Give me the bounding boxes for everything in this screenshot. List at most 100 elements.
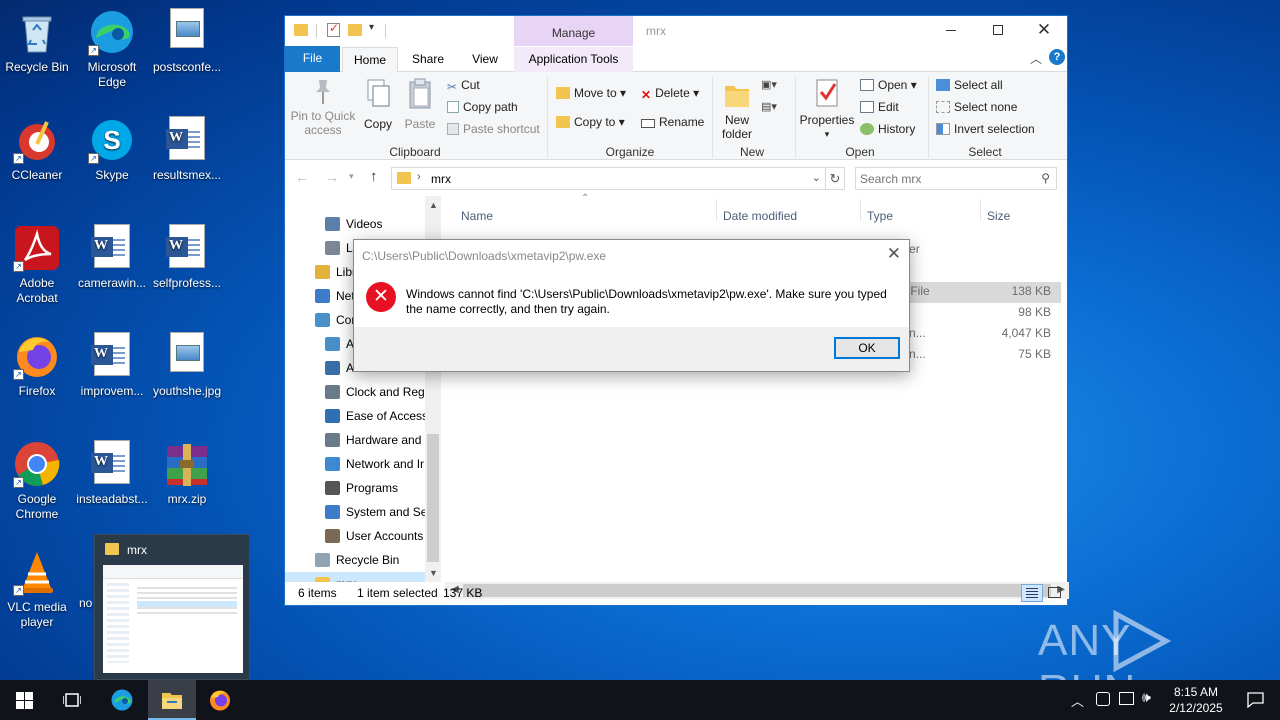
copy-path-button[interactable]: Copy path <box>447 100 518 114</box>
search-input[interactable] <box>860 170 1030 187</box>
select-none-button[interactable]: Select none <box>936 100 1017 114</box>
desktop-icon-vlc[interactable]: ↗ VLC media player <box>0 542 75 630</box>
tab-application-tools[interactable]: Application Tools <box>514 47 633 72</box>
copy-to-button[interactable]: Copy to ▾ <box>556 115 625 129</box>
clock[interactable]: 8:15 AM 2/12/2025 <box>1166 684 1226 716</box>
tab-home[interactable]: Home <box>342 47 398 73</box>
tab-file[interactable]: File <box>285 46 340 72</box>
clock-time: 8:15 AM <box>1173 685 1219 699</box>
tab-share[interactable]: Share <box>404 47 452 72</box>
up-button[interactable]: ↑ <box>370 168 378 185</box>
desktop-icon-recycle-bin[interactable]: Recycle Bin <box>0 2 75 75</box>
move-to-button[interactable]: Move to ▾ <box>556 86 626 100</box>
tree-item-hardware-and-sound[interactable]: Hardware and <box>285 428 425 452</box>
desktop-icon-firefox[interactable]: ↗ Firefox <box>0 326 75 399</box>
tree-item-icon <box>315 289 330 303</box>
show-hidden-icons-button[interactable]: ︿ <box>1071 691 1084 710</box>
column-header-size[interactable]: Size <box>987 209 1010 223</box>
search-box[interactable]: ⚲ <box>855 167 1057 190</box>
ok-button[interactable]: OK <box>834 337 900 359</box>
task-view-button[interactable] <box>48 680 96 720</box>
desktop-icon-camerawin[interactable]: W camerawin... <box>74 218 150 291</box>
tree-item-videos[interactable]: Videos <box>285 212 425 236</box>
select-all-button[interactable]: Select all <box>936 78 1003 92</box>
action-center-button[interactable] <box>1232 680 1280 720</box>
desktop-icon-mrx-zip[interactable]: mrx.zip <box>149 434 225 507</box>
desktop-icon-insteadabst[interactable]: W insteadabst... <box>74 434 150 507</box>
copy-button[interactable]: Copy <box>361 78 395 131</box>
desktop-icon-google-chrome[interactable]: ↗ Google Chrome <box>0 434 75 522</box>
forward-button[interactable]: → <box>325 169 339 185</box>
tree-item-ease-of-access[interactable]: Ease of Access <box>285 404 428 428</box>
new-folder-quick-icon[interactable] <box>348 24 362 36</box>
desktop-icon-skype[interactable]: S ↗ Skype <box>74 110 150 183</box>
desktop-icon-resultsmex[interactable]: W resultsmex... <box>149 110 225 183</box>
desktop-icon-ccleaner[interactable]: ↗ CCleaner <box>0 110 75 183</box>
paste-button[interactable]: Paste <box>403 78 437 131</box>
address-bar[interactable]: › mrx ⌄ <box>391 167 826 190</box>
open-button[interactable]: Open ▾ <box>860 78 917 92</box>
dialog-close-button[interactable]: ✕ <box>887 244 901 264</box>
tree-item-icon <box>325 505 340 519</box>
easy-access-button[interactable]: ▤▾ <box>761 100 777 113</box>
start-button[interactable] <box>0 680 48 720</box>
volume-icon[interactable]: 🕪 <box>1142 689 1151 706</box>
firefox-icon: ↗ <box>13 332 61 380</box>
tree-item-system-and-security[interactable]: System and Sec <box>285 500 433 524</box>
tree-item-recycle-bin[interactable]: Recycle Bin <box>285 548 425 572</box>
delete-button[interactable]: ✕ Delete ▾ <box>641 86 699 102</box>
properties-quick-icon[interactable]: ✓ <box>327 21 340 37</box>
paste-shortcut-button[interactable]: Paste shortcut <box>447 122 540 136</box>
column-header-date-modified[interactable]: Date modified <box>723 209 797 223</box>
column-header-name[interactable]: Name <box>461 209 493 223</box>
taskbar-file-explorer[interactable] <box>148 680 196 720</box>
desktop-icon-postsconfe[interactable]: postsconfe... <box>149 2 225 75</box>
tree-item-icon <box>325 529 340 543</box>
desktop-icon-youthshe[interactable]: youthshe.jpg <box>149 326 225 399</box>
taskbar-thumbnail-preview[interactable]: mrx <box>94 534 250 680</box>
refresh-button[interactable]: ↻ <box>826 167 845 190</box>
tab-view[interactable]: View <box>461 47 509 72</box>
tree-item-user-accounts[interactable]: User Accounts <box>285 524 425 548</box>
address-dropdown-icon[interactable]: ⌄ <box>812 171 821 184</box>
close-button[interactable]: ✕ <box>1021 16 1067 46</box>
paste-shortcut-icon <box>447 123 459 135</box>
tree-item-clock-and-region[interactable]: Clock and Regi <box>285 380 427 404</box>
tree-item-icon <box>315 265 330 279</box>
edit-button[interactable]: Edit <box>860 100 899 114</box>
tree-item-network-and-internet[interactable]: Network and Ir <box>285 452 425 476</box>
column-header-type[interactable]: Type <box>867 209 893 223</box>
tree-item-programs[interactable]: Programs <box>285 476 425 500</box>
tray-app-icon[interactable] <box>1096 692 1110 706</box>
cut-button[interactable]: ✂ Cut <box>447 78 480 94</box>
back-button[interactable]: ← <box>295 169 309 185</box>
breadcrumb[interactable]: mrx <box>431 172 451 186</box>
tree-item-label: Hardware and <box>346 433 422 447</box>
collapse-ribbon-icon[interactable]: ︿ <box>1030 50 1042 67</box>
large-icons-view-button[interactable] <box>1045 584 1065 602</box>
history-button[interactable]: History <box>860 122 915 136</box>
details-view-button[interactable] <box>1021 584 1043 602</box>
desktop-icon-microsoft-edge[interactable]: ↗ Microsoft Edge <box>74 2 150 90</box>
properties-button[interactable]: Properties ▾ <box>799 78 855 141</box>
new-item-button[interactable]: ▣▾ <box>761 78 777 91</box>
taskbar-firefox[interactable] <box>196 680 244 720</box>
taskbar-edge[interactable] <box>98 680 146 720</box>
desktop-icon-selfprofess[interactable]: W selfprofess... <box>149 218 225 291</box>
folder-icon <box>397 172 411 184</box>
recent-locations-button[interactable]: ▾ <box>349 171 354 182</box>
desktop-icon-label: Acrobat <box>16 291 58 305</box>
new-folder-button[interactable]: New folder <box>717 78 757 141</box>
invert-selection-button[interactable]: Invert selection <box>936 122 1035 136</box>
network-icon[interactable] <box>1119 692 1134 705</box>
desktop-icon-improvem[interactable]: W improvem... <box>74 326 150 399</box>
pin-to-quick-access-button[interactable]: Pin to Quick access <box>289 78 357 142</box>
help-icon[interactable]: ? <box>1049 49 1065 65</box>
customize-quick-access-icon[interactable]: ▾ <box>369 22 374 33</box>
maximize-button[interactable] <box>975 16 1021 46</box>
tree-item-label: System and Sec <box>346 505 434 519</box>
rename-button[interactable]: Rename <box>641 115 704 129</box>
desktop-icon-adobe-acrobat[interactable]: ↗ Adobe Acrobat <box>0 218 75 306</box>
minimize-button[interactable] <box>929 16 975 46</box>
tree-item-label: User Accounts <box>346 529 424 543</box>
